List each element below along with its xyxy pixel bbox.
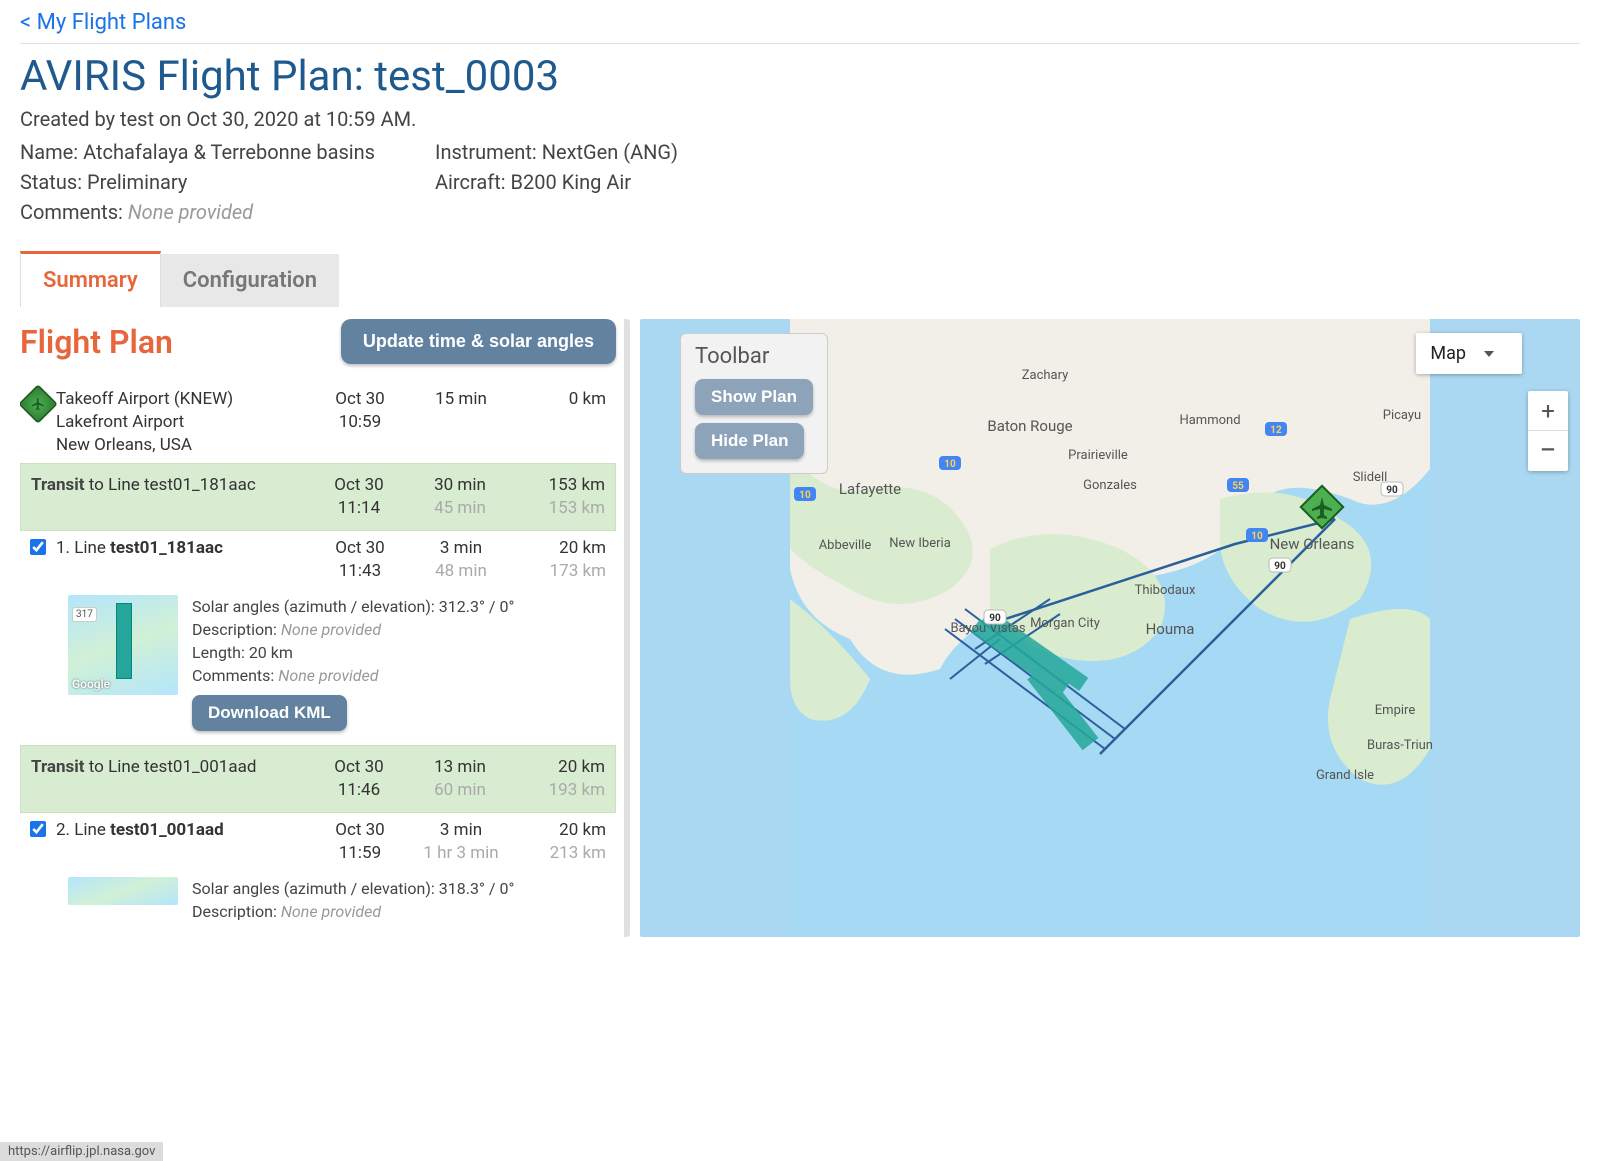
svg-text:10: 10 (1251, 531, 1263, 542)
svg-text:New Iberia: New Iberia (889, 536, 951, 551)
map-pane[interactable]: Zachary Baton Rouge Hammond Picayu Slide… (640, 319, 1580, 937)
svg-text:Picayu: Picayu (1383, 408, 1421, 423)
meta-name: Name: Atchafalaya & Terrebonne basins (20, 137, 375, 167)
line-details: 317 Google Solar angles (azimuth / eleva… (20, 589, 616, 746)
svg-text:Baton Rouge: Baton Rouge (987, 417, 1072, 435)
svg-text:Grand Isle: Grand Isle (1316, 768, 1374, 783)
line-row: 1. Line test01_181aac Oct 3011:43 3 min4… (20, 531, 616, 589)
transit-row: Transit to Line test01_181aac Oct 3011:1… (20, 463, 616, 531)
airplane-icon (20, 384, 58, 424)
meta-instrument: Instrument: NextGen (ANG) (435, 137, 678, 167)
download-kml-button[interactable]: Download KML (192, 695, 347, 731)
zoom-in-button[interactable]: + (1528, 391, 1568, 431)
svg-text:Abbeville: Abbeville (819, 538, 872, 553)
map-toolbar: Toolbar Show Plan Hide Plan (680, 333, 828, 474)
svg-text:Houma: Houma (1146, 620, 1195, 638)
svg-text:10: 10 (799, 490, 811, 501)
svg-text:New Orleans: New Orleans (1270, 535, 1355, 553)
line-thumbnail[interactable] (68, 877, 178, 905)
meta-comments: Comments: None provided (20, 197, 375, 227)
svg-text:Empire: Empire (1375, 703, 1416, 718)
svg-text:Zachary: Zachary (1022, 368, 1069, 383)
tab-configuration[interactable]: Configuration (161, 254, 339, 307)
page-title: AVIRIS Flight Plan: test_0003 (20, 52, 1580, 101)
svg-text:Lafayette: Lafayette (839, 480, 901, 498)
show-plan-button[interactable]: Show Plan (695, 379, 813, 415)
svg-text:Hammond: Hammond (1179, 413, 1240, 428)
svg-text:Morgan City: Morgan City (1030, 616, 1100, 631)
flight-plan-heading: Flight Plan (20, 323, 173, 361)
zoom-out-button[interactable]: − (1528, 431, 1568, 471)
transit-row: Transit to Line test01_001aad Oct 3011:4… (20, 745, 616, 813)
created-by: Created by test on Oct 30, 2020 at 10:59… (20, 107, 1580, 131)
svg-text:90: 90 (989, 613, 1001, 624)
line-details: Solar angles (azimuth / elevation): 318.… (20, 871, 616, 937)
svg-text:90: 90 (1274, 561, 1286, 572)
svg-text:Prairieville: Prairieville (1068, 448, 1128, 463)
meta-aircraft: Aircraft: B200 King Air (435, 167, 678, 197)
tab-summary[interactable]: Summary (20, 251, 161, 307)
update-solar-button[interactable]: Update time & solar angles (341, 319, 616, 364)
svg-text:12: 12 (1270, 425, 1282, 436)
zoom-control: + − (1528, 391, 1568, 471)
line-row: 2. Line test01_001aad Oct 3011:59 3 min1… (20, 813, 616, 871)
summary-pane: Flight Plan Update time & solar angles T… (20, 319, 630, 937)
line-checkbox[interactable] (30, 539, 46, 555)
toolbar-title: Toolbar (695, 344, 769, 369)
line-thumbnail[interactable]: 317 Google (68, 595, 178, 695)
svg-text:Buras-Triun: Buras-Triun (1367, 738, 1433, 753)
svg-text:55: 55 (1232, 481, 1244, 492)
back-link[interactable]: < My Flight Plans (20, 10, 186, 35)
meta-status: Status: Preliminary (20, 167, 375, 197)
svg-text:Gonzales: Gonzales (1083, 478, 1137, 493)
svg-text:90: 90 (1386, 485, 1398, 496)
svg-text:Thibodaux: Thibodaux (1135, 583, 1196, 598)
svg-text:10: 10 (944, 459, 956, 470)
takeoff-row: Takeoff Airport (KNEW) Lakefront Airport… (20, 382, 616, 463)
map-type-select[interactable]: Map (1416, 333, 1522, 374)
divider (20, 43, 1580, 44)
hide-plan-button[interactable]: Hide Plan (695, 423, 804, 459)
line-checkbox[interactable] (30, 821, 46, 837)
status-bar-url: https://airflip.jpl.nasa.gov (0, 1142, 163, 1161)
